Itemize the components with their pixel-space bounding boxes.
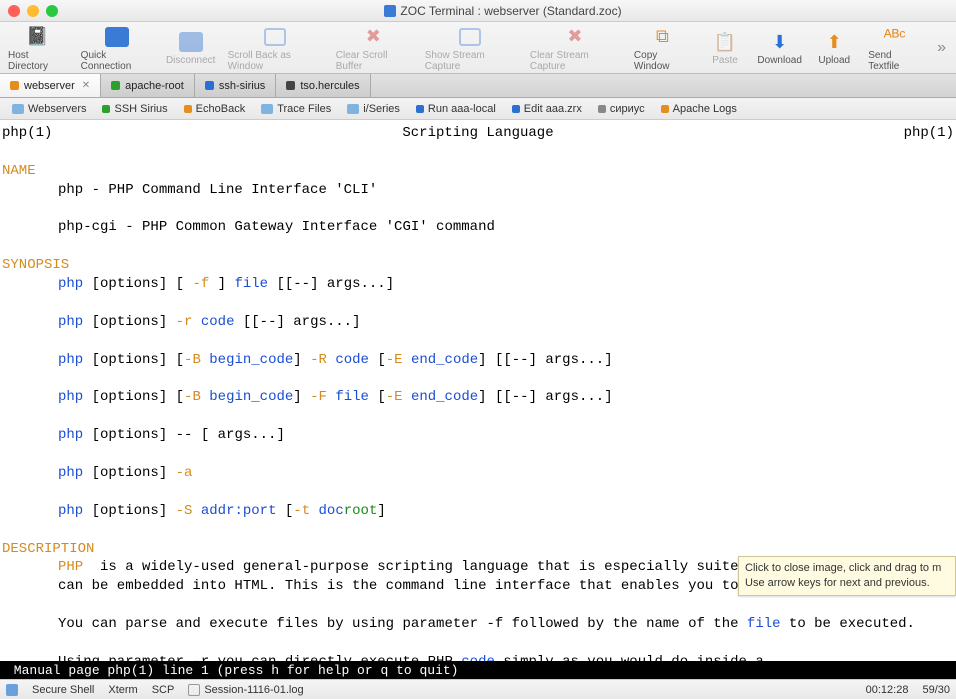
tab-webserver[interactable]: webserver ✕ bbox=[0, 74, 101, 97]
window-titlebar: ZOC Terminal : webserver (Standard.zoc) bbox=[0, 0, 956, 22]
toolbar-clear-scroll-buffer: ✖Clear Scroll Buffer bbox=[332, 22, 415, 74]
bookmark-icon bbox=[416, 105, 424, 113]
status-mode: Secure Shell bbox=[32, 684, 94, 696]
bookmark-icon bbox=[661, 105, 669, 113]
toolbar-clear-stream-capture: ✖Clear Stream Capture bbox=[526, 22, 624, 74]
toolbar-paste: 📋Paste bbox=[701, 27, 749, 68]
tab-color-icon bbox=[111, 81, 120, 90]
status-logfile: Session-1116-01.log bbox=[204, 684, 303, 696]
tab-label: apache-root bbox=[125, 80, 184, 92]
close-window-icon[interactable] bbox=[8, 5, 20, 17]
toolbar-show-stream-capture: Show Stream Capture bbox=[421, 22, 520, 74]
maximize-window-icon[interactable] bbox=[46, 5, 58, 17]
bookmark-apache-logs[interactable]: Apache Logs bbox=[655, 103, 743, 115]
bookmark-i-series[interactable]: i/Series bbox=[341, 103, 406, 115]
tab-apache-root[interactable]: apache-root bbox=[101, 74, 195, 97]
manpage-statusline: Manual page php(1) line 1 (press h for h… bbox=[0, 661, 956, 679]
status-protocol: SCP bbox=[152, 684, 175, 696]
bookmarks-bar: Webservers SSH Sirius EchoBackTrace Files i… bbox=[0, 98, 956, 120]
tab-label: ssh-sirius bbox=[219, 80, 265, 92]
tab-label: tso.hercules bbox=[300, 80, 359, 92]
bookmark-ssh-sirius[interactable]: SSH Sirius bbox=[96, 103, 173, 115]
tab-tso-hercules[interactable]: tso.hercules bbox=[276, 74, 370, 97]
folder-icon bbox=[261, 104, 273, 114]
tab-color-icon bbox=[10, 81, 19, 90]
toolbar-quick-connection[interactable]: Quick Connection bbox=[77, 22, 158, 74]
bookmark-run-aaa-local[interactable]: Run aaa-local bbox=[410, 103, 502, 115]
tab-color-icon bbox=[286, 81, 295, 90]
toolbar-copy-window[interactable]: ⧉Copy Window bbox=[630, 22, 695, 74]
toolbar-disconnect: Disconnect bbox=[164, 27, 218, 68]
bookmark-icon bbox=[598, 105, 606, 113]
status-cursor-pos: 59/30 bbox=[922, 684, 950, 696]
folder-icon bbox=[347, 104, 359, 114]
window-title-text: ZOC Terminal : webserver (Standard.zoc) bbox=[400, 4, 621, 18]
bookmark-icon bbox=[102, 105, 110, 113]
tab-label: webserver bbox=[24, 80, 75, 92]
bookmark-icon bbox=[184, 105, 192, 113]
image-viewer-tooltip: Click to close image, click and drag to … bbox=[738, 556, 956, 596]
toolbar-scroll-back-as-window: Scroll Back as Window bbox=[224, 22, 326, 74]
tab-close-icon[interactable]: ✕ bbox=[82, 80, 90, 91]
toolbar-upload[interactable]: ⬆Upload bbox=[810, 27, 858, 68]
status-time: 00:12:28 bbox=[866, 684, 909, 696]
bookmark-webservers[interactable]: Webservers bbox=[6, 103, 92, 115]
tab-ssh-sirius[interactable]: ssh-sirius bbox=[195, 74, 276, 97]
bookmark-echoback[interactable]: EchoBack bbox=[178, 103, 252, 115]
bookmark-сириус[interactable]: сириус bbox=[592, 103, 651, 115]
bookmark-icon bbox=[512, 105, 520, 113]
status-bar: Secure Shell Xterm SCP Session-1116-01.l… bbox=[0, 679, 956, 699]
toolbar-send-textfile[interactable]: ᴬᴮᶜSend Textfile bbox=[864, 22, 925, 74]
folder-icon bbox=[12, 104, 24, 114]
session-tabs: webserver ✕ apache-root ssh-sirius tso.hercu… bbox=[0, 74, 956, 98]
connection-icon bbox=[6, 684, 18, 696]
main-toolbar: 📓Host DirectoryQuick ConnectionDisconnec… bbox=[0, 22, 956, 74]
window-title: ZOC Terminal : webserver (Standard.zoc) bbox=[58, 4, 948, 18]
tab-color-icon bbox=[205, 81, 214, 90]
logfile-icon bbox=[188, 684, 200, 696]
toolbar-host-directory[interactable]: 📓Host Directory bbox=[4, 22, 71, 74]
traffic-lights bbox=[8, 5, 58, 17]
bookmark-trace-files[interactable]: Trace Files bbox=[255, 103, 337, 115]
toolbar-download[interactable]: ⬇Download bbox=[755, 27, 804, 68]
bookmark-edit-aaa.zrx[interactable]: Edit aaa.zrx bbox=[506, 103, 588, 115]
toolbar-overflow[interactable]: » bbox=[931, 39, 952, 57]
minimize-window-icon[interactable] bbox=[27, 5, 39, 17]
app-icon bbox=[384, 5, 396, 17]
status-emulation: Xterm bbox=[108, 684, 137, 696]
